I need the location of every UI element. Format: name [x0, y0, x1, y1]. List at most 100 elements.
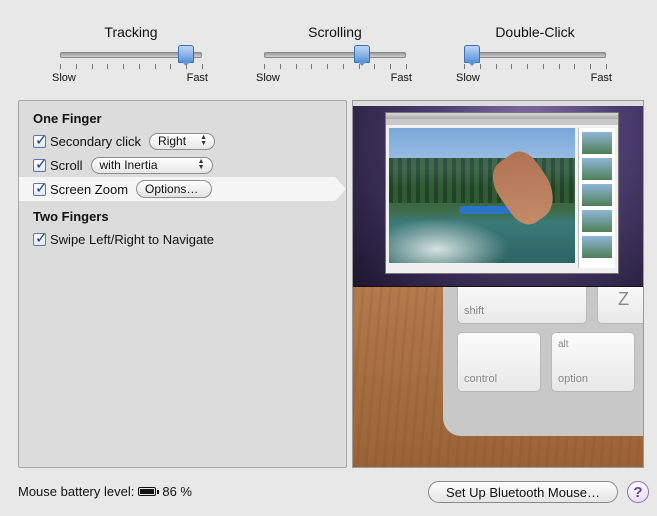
slider-tick	[574, 64, 576, 69]
battery-status: Mouse battery level: 86 %	[18, 484, 192, 499]
shift-key: shift	[457, 282, 587, 324]
slider-tick	[558, 64, 560, 69]
battery-percent: 86 %	[162, 484, 192, 499]
slider-tick	[342, 64, 344, 69]
tracking-slider[interactable]: Tracking Slow Fast	[52, 22, 208, 88]
gesture-preview-video: shift Z control alt option	[352, 100, 644, 468]
thumbnail-strip	[578, 128, 615, 268]
control-key: control	[457, 332, 541, 392]
secondary-click-value: Right	[158, 134, 187, 148]
option-key: alt option	[551, 332, 635, 392]
battery-label: Mouse battery level:	[18, 484, 135, 499]
slider-tick	[154, 64, 156, 69]
scroll-row: Scroll with Inertia ▲▼	[33, 155, 213, 175]
slider-ticks	[264, 64, 407, 70]
thumbnail	[582, 236, 612, 258]
window-toolbar	[386, 119, 618, 125]
scroll-checkbox[interactable]	[33, 155, 48, 173]
slider-thumb[interactable]	[464, 45, 480, 66]
thumbnail	[582, 158, 612, 180]
thumbnail	[582, 184, 612, 206]
slider-tick	[390, 64, 392, 69]
slider-tick	[170, 64, 172, 69]
slider-tick	[264, 64, 265, 69]
double-click-title: Double-Click	[495, 24, 575, 40]
slider-tick	[495, 64, 497, 69]
slider-tick	[511, 64, 513, 69]
water-splash	[389, 218, 509, 263]
menu-bar	[353, 101, 643, 106]
slider-tick	[279, 64, 281, 69]
desktop-screen	[353, 101, 643, 287]
swipe-label: Swipe Left/Right to Navigate	[50, 231, 215, 247]
tracking-title: Tracking	[104, 24, 158, 40]
photo-app-window	[385, 112, 619, 274]
swipe-checkbox[interactable]	[33, 229, 48, 247]
slider-max-label: Fast	[186, 72, 208, 84]
help-button[interactable]: ?	[627, 481, 649, 503]
slider-min-label: Slow	[256, 72, 280, 84]
slider-ticks	[464, 64, 607, 70]
slider-tick	[123, 64, 125, 69]
secondary-click-label: Secondary click	[50, 133, 142, 149]
screen-zoom-options-button[interactable]: Options…	[136, 180, 213, 198]
gesture-options-panel: One Finger Secondary click Right ▲▼ Scro…	[18, 100, 347, 468]
setup-bluetooth-mouse-button[interactable]: Set Up Bluetooth Mouse…	[428, 481, 618, 503]
slider-max-label: Fast	[390, 72, 412, 84]
screen-zoom-row: Screen Zoom Options…	[33, 179, 213, 199]
battery-icon	[138, 487, 160, 496]
slider-min-label: Slow	[52, 72, 76, 84]
one-finger-heading: One Finger	[33, 111, 102, 126]
command-key	[643, 332, 644, 392]
slider-max-label: Fast	[590, 72, 612, 84]
thumbnail	[582, 210, 612, 232]
secondary-click-checkbox[interactable]	[33, 131, 48, 149]
slider-tick	[60, 64, 61, 69]
slider-tick	[91, 64, 93, 69]
slider-min-label: Slow	[456, 72, 480, 84]
slider-tick	[138, 64, 140, 69]
z-key-label: Z	[618, 289, 629, 309]
alt-key-label: alt	[558, 339, 569, 350]
slider-tick	[464, 64, 465, 69]
secondary-click-row: Secondary click Right ▲▼	[33, 131, 216, 151]
slider-tick	[311, 64, 313, 69]
scroll-label: Scroll	[50, 157, 83, 173]
two-fingers-heading: Two Fingers	[33, 209, 109, 224]
shift-key-label: shift	[464, 305, 485, 317]
option-key-label: option	[558, 373, 588, 385]
slider-tick	[295, 64, 297, 69]
slider-tick	[374, 64, 376, 69]
double-click-slider[interactable]: Double-Click Slow Fast	[456, 22, 612, 88]
keyboard-image: shift Z control alt option	[443, 282, 644, 436]
slider-track[interactable]	[464, 52, 606, 58]
z-key: Z	[597, 282, 643, 324]
popup-arrows-icon: ▲ ▼	[200, 133, 208, 147]
screen-zoom-checkbox[interactable]	[33, 179, 48, 197]
mouse-preferences-pane: Tracking Slow Fast Scrolling Slow Fast D…	[0, 0, 657, 516]
slider-tick	[406, 64, 407, 69]
slider-tick	[327, 64, 329, 69]
slider-tick	[606, 64, 607, 69]
slider-tick	[542, 64, 544, 69]
swipe-row: Swipe Left/Right to Navigate	[33, 229, 214, 249]
control-key-label: control	[464, 373, 498, 385]
slider-tick	[75, 64, 77, 69]
slider-thumb[interactable]	[177, 45, 194, 66]
screen-zoom-label: Screen Zoom	[50, 181, 129, 197]
scroll-value: with Inertia	[99, 158, 158, 172]
slider-tick	[107, 64, 109, 69]
scroll-popup[interactable]: with Inertia ▲ ▼	[90, 156, 213, 174]
thumbnail	[582, 132, 612, 154]
diver-photo	[389, 128, 575, 263]
slider-tick	[479, 64, 481, 69]
scrolling-title: Scrolling	[308, 24, 362, 40]
slider-track[interactable]	[264, 52, 406, 58]
slider-tick	[527, 64, 529, 69]
secondary-click-popup[interactable]: Right ▲ ▼	[149, 132, 216, 150]
slider-tick	[590, 64, 592, 69]
scrolling-slider[interactable]: Scrolling Slow Fast	[256, 22, 412, 88]
popup-arrows-icon: ▲ ▼	[197, 157, 205, 171]
slider-thumb[interactable]	[353, 45, 370, 66]
slider-tick	[202, 64, 203, 69]
